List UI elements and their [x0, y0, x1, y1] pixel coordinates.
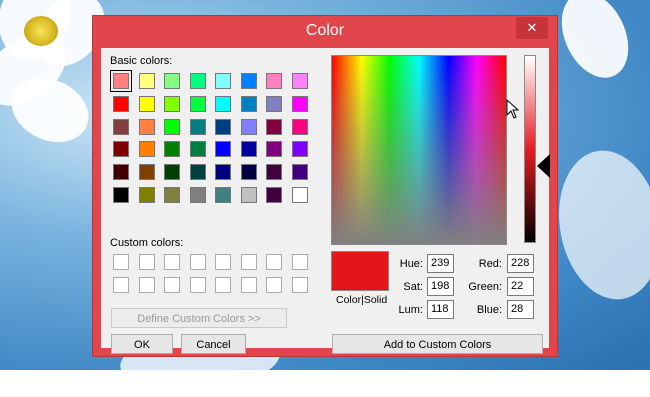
custom-color-slot[interactable]	[189, 254, 206, 270]
basic-color-swatch[interactable]	[215, 141, 231, 158]
basic-colors-label: Basic colors:	[110, 55, 173, 67]
basic-color-swatch[interactable]	[266, 73, 282, 89]
add-to-custom-colors-button[interactable]: Add to Custom Colors	[332, 334, 543, 354]
red-input[interactable]: 228	[507, 254, 534, 273]
custom-color-slot[interactable]	[113, 277, 129, 293]
basic-color-swatch[interactable]	[240, 73, 257, 89]
basic-color-swatch[interactable]	[138, 118, 155, 135]
basic-color-swatch[interactable]	[164, 73, 180, 89]
basic-color-swatch[interactable]	[215, 73, 231, 89]
luminosity-bar[interactable]	[524, 55, 536, 243]
basic-color-swatch[interactable]	[215, 95, 231, 112]
close-button[interactable]: ✕	[516, 17, 548, 39]
dialog-body: Basic colors: Custom colors: Define Cust…	[101, 48, 550, 354]
basic-color-swatch[interactable]	[138, 73, 155, 89]
flower-petal	[548, 0, 642, 89]
custom-color-slot[interactable]	[266, 254, 282, 270]
basic-color-swatch[interactable]	[291, 164, 308, 181]
custom-color-slot[interactable]	[291, 254, 308, 270]
custom-color-slot[interactable]	[215, 254, 231, 270]
basic-color-swatch[interactable]	[113, 95, 129, 112]
dialog-title: Color	[305, 22, 345, 39]
red-label: Red:	[478, 258, 502, 270]
custom-colors-label: Custom colors:	[110, 237, 184, 249]
basic-color-swatch[interactable]	[138, 164, 155, 181]
title-bar: Color ✕	[93, 16, 557, 48]
basic-color-swatch[interactable]	[291, 73, 308, 89]
lum-input[interactable]: 118	[427, 300, 454, 319]
flower-petal	[547, 142, 650, 308]
lum-label: Lum:	[398, 304, 423, 316]
flower-center	[24, 16, 58, 46]
custom-color-slot[interactable]	[215, 277, 231, 293]
ok-button[interactable]: OK	[111, 334, 173, 354]
basic-color-swatch[interactable]	[189, 73, 206, 89]
custom-color-slot[interactable]	[266, 277, 282, 293]
basic-color-swatch[interactable]	[266, 118, 282, 135]
arrow-cursor-icon	[506, 99, 520, 119]
basic-color-swatch[interactable]	[266, 187, 282, 203]
blue-input[interactable]: 28	[507, 300, 534, 319]
hue-label: Hue:	[399, 258, 423, 270]
define-custom-colors-button[interactable]: Define Custom Colors >>	[111, 308, 287, 328]
blue-label: Blue:	[476, 304, 502, 316]
basic-color-swatch[interactable]	[164, 118, 180, 135]
custom-color-slot[interactable]	[164, 254, 180, 270]
basic-color-swatch[interactable]	[164, 164, 180, 181]
custom-color-slot[interactable]	[113, 254, 129, 270]
basic-color-swatch[interactable]	[291, 141, 308, 158]
basic-color-swatch[interactable]	[215, 164, 231, 181]
basic-color-swatch[interactable]	[240, 164, 257, 181]
basic-color-swatch[interactable]	[240, 141, 257, 158]
basic-color-swatch[interactable]	[291, 187, 308, 203]
basic-color-swatch[interactable]	[113, 187, 129, 203]
basic-color-swatch[interactable]	[138, 141, 155, 158]
custom-color-slot[interactable]	[189, 277, 206, 293]
custom-color-slot[interactable]	[164, 277, 180, 293]
color-spectrum[interactable]	[331, 55, 507, 245]
basic-color-swatch[interactable]	[164, 187, 180, 203]
cancel-button[interactable]: Cancel	[181, 334, 246, 354]
color-dialog: Color ✕ Basic colors: Custom colors: Def…	[92, 15, 558, 357]
basic-color-swatch[interactable]	[266, 164, 282, 181]
basic-color-swatch[interactable]	[266, 95, 282, 112]
custom-color-slot[interactable]	[291, 277, 308, 293]
basic-color-swatch[interactable]	[189, 187, 206, 203]
basic-color-swatch[interactable]	[189, 95, 206, 112]
custom-color-slot[interactable]	[138, 277, 155, 293]
basic-color-swatch[interactable]	[189, 164, 206, 181]
sat-input[interactable]: 198	[427, 277, 454, 296]
basic-color-swatch[interactable]	[291, 118, 308, 135]
custom-color-slot[interactable]	[240, 277, 257, 293]
custom-color-slot[interactable]	[138, 254, 155, 270]
triangle-left-icon[interactable]	[537, 154, 550, 178]
custom-color-slot[interactable]	[240, 254, 257, 270]
basic-color-swatch[interactable]	[266, 141, 282, 158]
basic-color-swatch[interactable]	[240, 187, 257, 203]
basic-color-swatch[interactable]	[110, 70, 132, 92]
close-icon: ✕	[526, 20, 538, 35]
green-label: Green:	[468, 281, 502, 293]
basic-color-swatch[interactable]	[164, 95, 180, 112]
sat-label: Sat:	[403, 281, 423, 293]
basic-color-swatch[interactable]	[164, 141, 180, 158]
basic-color-swatch[interactable]	[215, 118, 231, 135]
basic-color-swatch[interactable]	[240, 95, 257, 112]
basic-color-swatch[interactable]	[113, 141, 129, 158]
basic-color-swatch[interactable]	[138, 187, 155, 203]
basic-color-swatch[interactable]	[240, 118, 257, 135]
basic-color-swatch[interactable]	[138, 95, 155, 112]
basic-color-swatch[interactable]	[291, 95, 308, 112]
basic-color-swatch[interactable]	[113, 164, 129, 181]
hue-input[interactable]: 239	[427, 254, 454, 273]
basic-color-swatch[interactable]	[113, 118, 129, 135]
basic-color-swatch[interactable]	[189, 141, 206, 158]
basic-color-swatch[interactable]	[215, 187, 231, 203]
green-input[interactable]: 22	[507, 277, 534, 296]
basic-color-swatch[interactable]	[189, 118, 206, 135]
